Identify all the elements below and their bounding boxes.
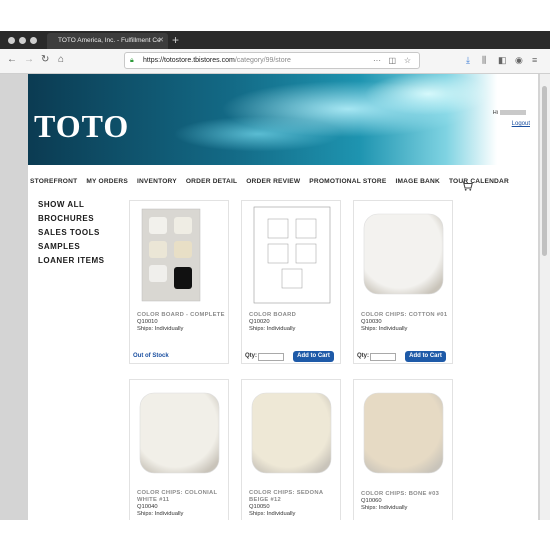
logout-link[interactable]: Logout bbox=[512, 121, 530, 127]
cart-icon[interactable] bbox=[461, 181, 473, 191]
nav-tour-calendar[interactable]: TOUR CALENDAR bbox=[449, 178, 509, 185]
account-icon[interactable]: ◉ bbox=[515, 54, 523, 66]
product-image[interactable] bbox=[360, 384, 447, 484]
back-icon[interactable]: ← bbox=[7, 54, 17, 66]
nav-image-bank[interactable]: IMAGE BANK bbox=[395, 178, 440, 185]
url-path: /category/99/store bbox=[234, 57, 291, 64]
library-icon[interactable]: ⫼ bbox=[482, 54, 486, 66]
product-shipping: Ships: Individually bbox=[137, 511, 184, 517]
sidebar-item-loaner-items[interactable]: LOANER ITEMS bbox=[38, 254, 104, 268]
product-sku: Q10060 bbox=[361, 498, 382, 504]
product-shipping: Ships: Individually bbox=[361, 326, 408, 332]
sidebar-item-brochures[interactable]: BROCHURES bbox=[38, 212, 104, 226]
lock-icon: 🔒︎ bbox=[130, 57, 134, 64]
nav-order-review[interactable]: ORDER REVIEW bbox=[246, 178, 300, 185]
tab-title: TOTO America, Inc. - Fulfillment Ce bbox=[58, 37, 161, 44]
product-image[interactable] bbox=[360, 205, 447, 305]
address-bar[interactable]: 🔒︎ https://totostore.tbistores.com/categ… bbox=[124, 52, 420, 69]
qty-input[interactable] bbox=[258, 353, 284, 361]
page-actions-icon[interactable]: ··· bbox=[373, 53, 381, 68]
product-name[interactable]: COLOR BOARD bbox=[249, 312, 339, 319]
browser-window: TOTO America, Inc. - Fulfillment Ce ✕ + … bbox=[0, 31, 550, 520]
close-window-button[interactable] bbox=[8, 37, 15, 44]
user-name-redacted bbox=[500, 110, 526, 116]
qty-label: Qty: bbox=[245, 353, 257, 359]
main-nav: STOREFRONT MY ORDERS INVENTORY ORDER DETAIL… bbox=[30, 170, 518, 185]
product-sku: Q10040 bbox=[137, 504, 158, 510]
product-card: COLOR BOARD - COMPLETE Q10010 Ships: Indiv… bbox=[129, 200, 229, 364]
category-sidebar: SHOW ALL BROCHURES SALES TOOLS SAMPLES L… bbox=[38, 198, 104, 268]
user-greeting: Hi bbox=[493, 110, 526, 116]
sidebar-item-show-all[interactable]: SHOW ALL bbox=[38, 198, 104, 212]
product-name[interactable]: COLOR CHIPS: COLONIAL WHITE #11 bbox=[137, 490, 227, 504]
scroll-thumb[interactable] bbox=[542, 86, 547, 256]
nav-promotional-store[interactable]: PROMOTIONAL STORE bbox=[309, 178, 386, 185]
sidebar-icon[interactable]: ◧ bbox=[498, 54, 507, 66]
new-tab-button[interactable]: + bbox=[172, 32, 179, 48]
add-to-cart-button[interactable]: Add to Cart bbox=[293, 351, 334, 362]
pocket-icon[interactable]: ◫ bbox=[388, 53, 396, 68]
home-icon[interactable]: ⌂ bbox=[58, 54, 64, 66]
product-name[interactable]: COLOR CHIPS: SEDONA BEIGE #12 bbox=[249, 490, 339, 504]
product-name[interactable]: COLOR CHIPS: BONE #03 bbox=[361, 491, 451, 498]
qty-input[interactable] bbox=[370, 353, 396, 361]
scrollbar[interactable] bbox=[540, 74, 550, 520]
product-card: COLOR CHIPS: BONE #03 Q10060 Ships: Indivi… bbox=[353, 379, 453, 520]
product-sku: Q10050 bbox=[249, 504, 270, 510]
minimize-window-button[interactable] bbox=[19, 37, 26, 44]
product-image[interactable] bbox=[248, 384, 335, 484]
nav-order-detail[interactable]: ORDER DETAIL bbox=[186, 178, 237, 185]
tab-close-icon[interactable]: ✕ bbox=[158, 33, 164, 49]
browser-toolbar: ← → ↻ ⌂ 🔒︎ https://totostore.tbistores.c… bbox=[0, 49, 550, 74]
product-shipping: Ships: Individually bbox=[249, 326, 296, 332]
nav-my-orders[interactable]: MY ORDERS bbox=[86, 178, 128, 185]
product-card: COLOR CHIPS: COTTON #01 Q10030 Ships: Indi… bbox=[353, 200, 453, 364]
product-sku: Q10030 bbox=[361, 319, 382, 325]
product-card: COLOR CHIPS: SEDONA BEIGE #12 Q10050 Ships… bbox=[241, 379, 341, 520]
toto-logo[interactable]: TOTO bbox=[34, 108, 129, 144]
bookmark-star-icon[interactable]: ☆ bbox=[404, 53, 411, 68]
url-host: https://totostore.tbistores.com bbox=[143, 57, 235, 64]
menu-icon[interactable]: ≡ bbox=[532, 54, 537, 66]
product-image[interactable] bbox=[248, 205, 335, 305]
download-icon[interactable]: ⤓ bbox=[466, 54, 470, 66]
out-of-stock-label: Out of Stock bbox=[133, 353, 169, 359]
product-image[interactable] bbox=[136, 384, 223, 484]
product-name[interactable]: COLOR BOARD - COMPLETE bbox=[137, 312, 227, 319]
greeting-text: Hi bbox=[492, 110, 498, 116]
product-image[interactable] bbox=[136, 205, 223, 305]
nav-storefront[interactable]: STOREFRONT bbox=[30, 178, 77, 185]
title-bar: TOTO America, Inc. - Fulfillment Ce ✕ + bbox=[0, 31, 550, 49]
product-name[interactable]: COLOR CHIPS: COTTON #01 bbox=[361, 312, 451, 319]
product-sku: Q10010 bbox=[137, 319, 158, 325]
header-banner: TOTO Hi Logout bbox=[28, 74, 538, 165]
browser-tab[interactable]: TOTO America, Inc. - Fulfillment Ce ✕ bbox=[47, 33, 168, 49]
product-sku: Q10020 bbox=[249, 319, 270, 325]
maximize-window-button[interactable] bbox=[30, 37, 37, 44]
sidebar-item-samples[interactable]: SAMPLES bbox=[38, 240, 104, 254]
product-shipping: Ships: Individually bbox=[361, 505, 408, 511]
add-to-cart-button[interactable]: Add to Cart bbox=[405, 351, 446, 362]
sidebar-item-sales-tools[interactable]: SALES TOOLS bbox=[38, 226, 104, 240]
product-card: COLOR BOARD Q10020 Ships: Individually Qty:… bbox=[241, 200, 341, 364]
product-card: COLOR CHIPS: COLONIAL WHITE #11 Q10040 Shi… bbox=[129, 379, 229, 520]
product-shipping: Ships: Individually bbox=[137, 326, 184, 332]
reload-icon[interactable]: ↻ bbox=[41, 54, 49, 66]
forward-icon[interactable]: → bbox=[24, 54, 34, 66]
qty-label: Qty: bbox=[357, 353, 369, 359]
product-shipping: Ships: Individually bbox=[249, 511, 296, 517]
web-page: TOTO Hi Logout STOREFRONT MY ORDERS INVENT… bbox=[28, 74, 538, 520]
nav-inventory[interactable]: INVENTORY bbox=[137, 178, 177, 185]
